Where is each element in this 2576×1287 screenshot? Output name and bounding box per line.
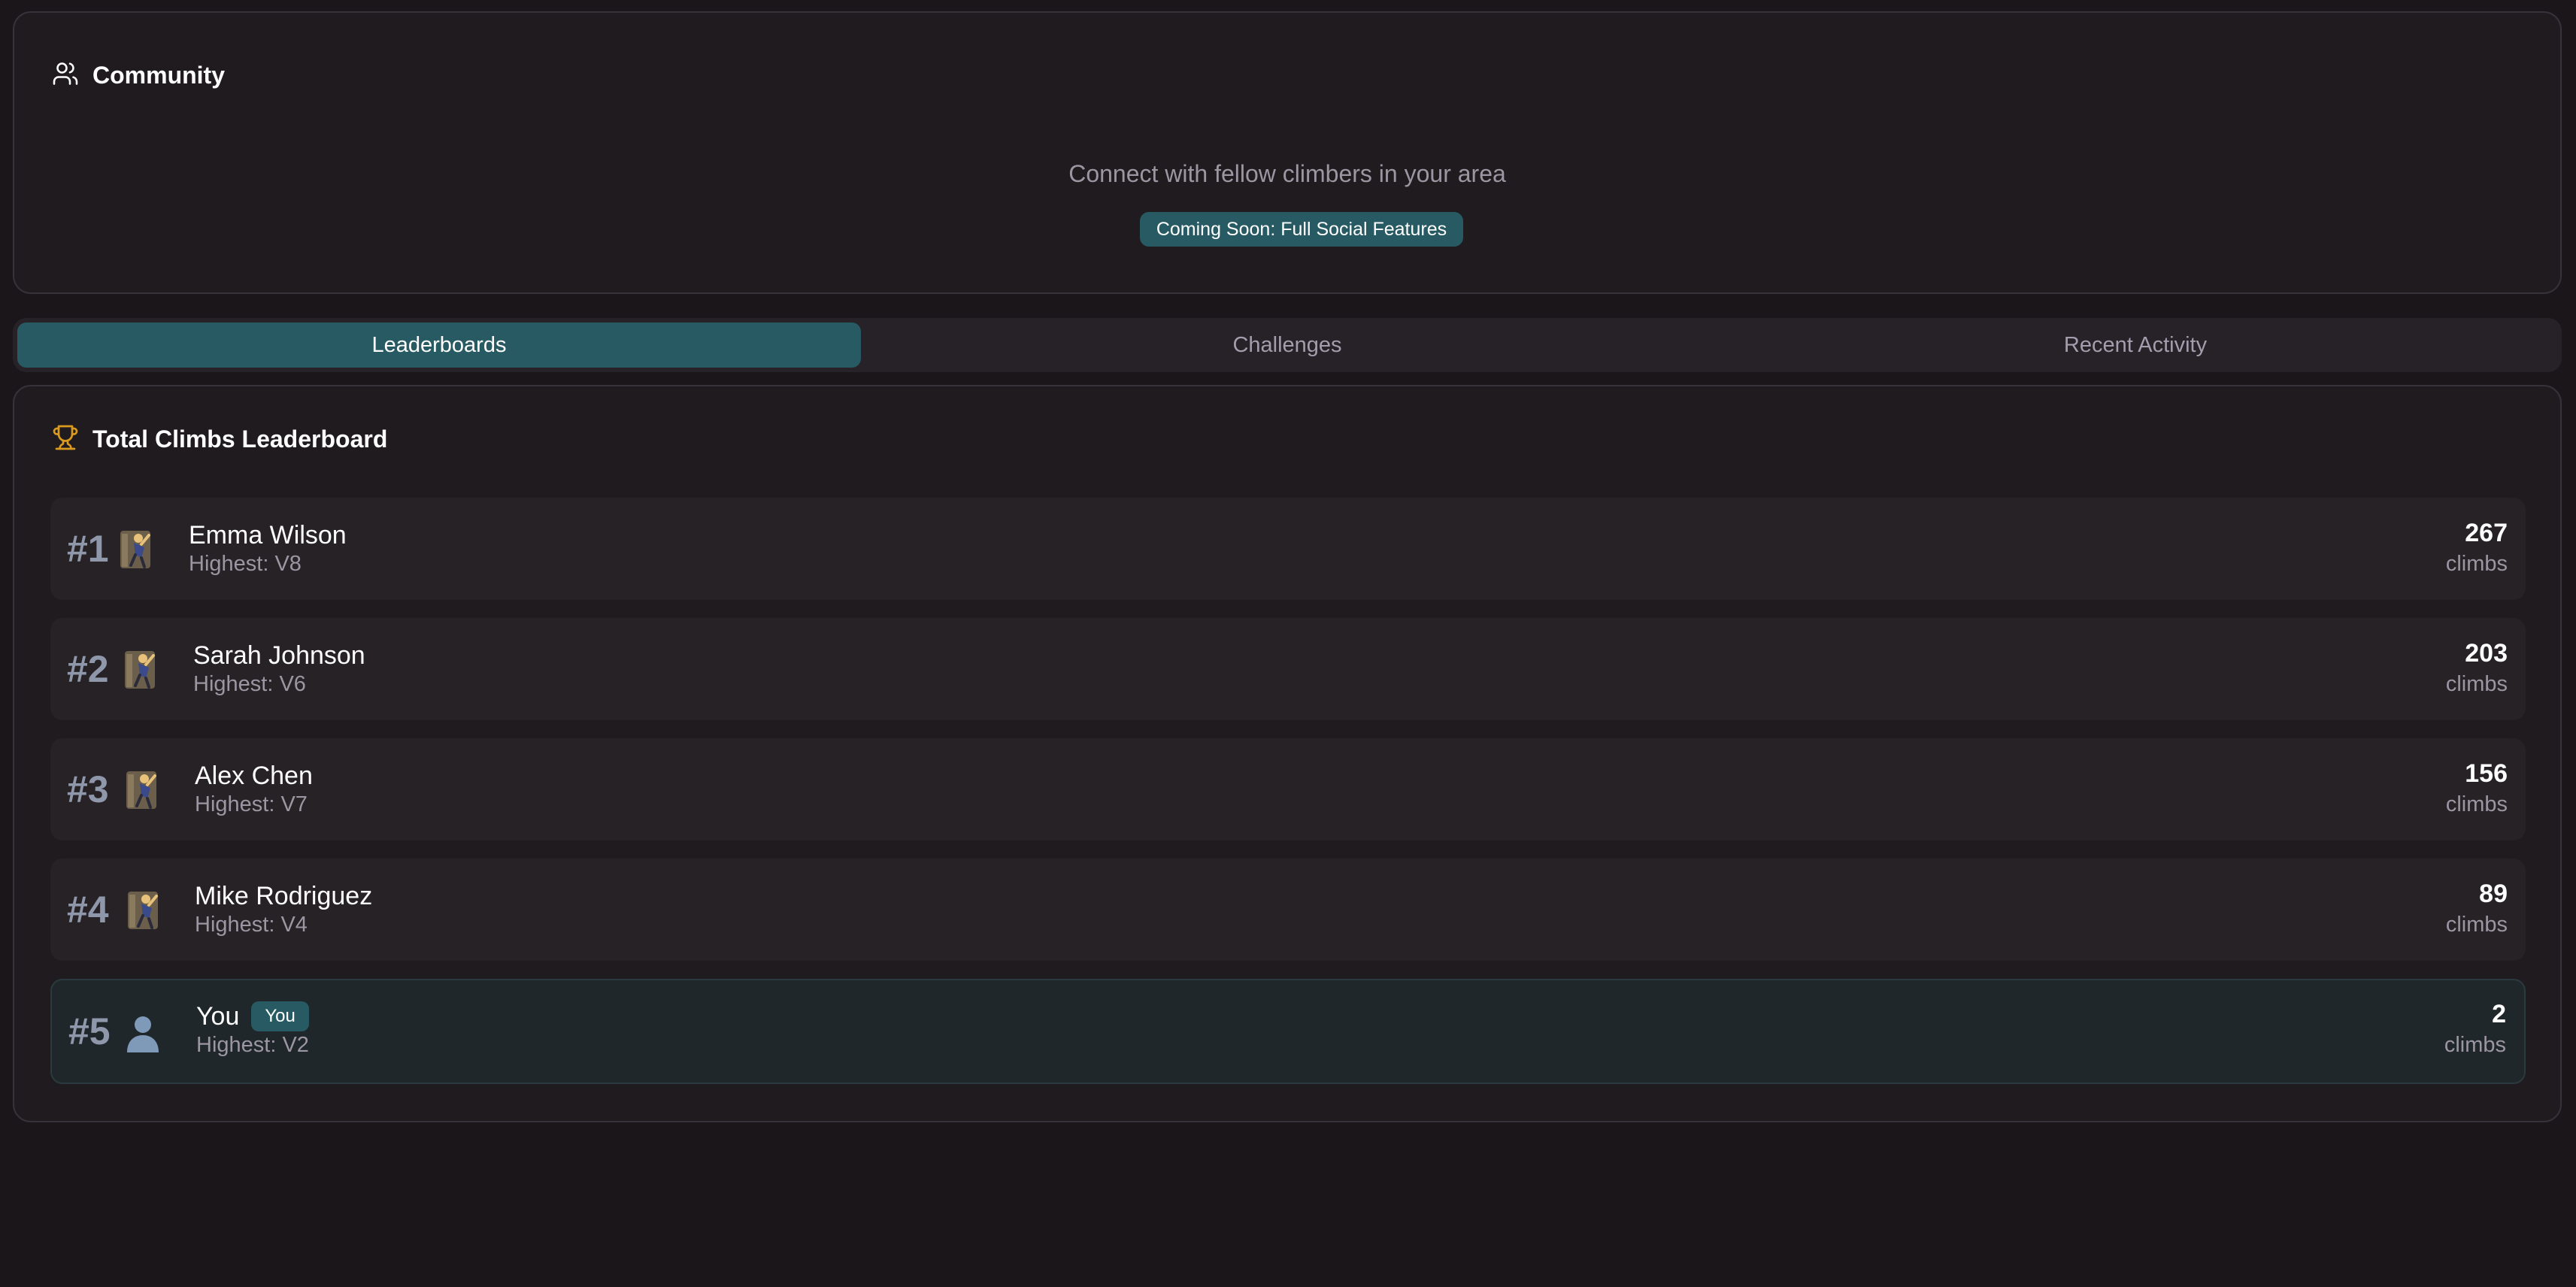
climb-count-value: 156	[2465, 759, 2508, 788]
climber-info: You You Highest: V2	[196, 1000, 309, 1058]
trophy-icon	[52, 424, 79, 455]
rank-label: #3	[67, 768, 109, 810]
leaderboard-row-current-user[interactable]: #5 You You Highest: V2 2 climbs	[50, 979, 2526, 1084]
climb-count-unit: climbs	[2445, 913, 2508, 937]
climber-name: Alex Chen	[195, 759, 313, 792]
tab-challenges[interactable]: Challenges	[865, 323, 1709, 368]
climber-icon	[124, 884, 162, 935]
climber-icon	[117, 523, 154, 574]
climber-info: Sarah Johnson Highest: V6	[193, 639, 365, 697]
user-silhouette-icon	[124, 1007, 162, 1058]
climb-count-unit: climbs	[2445, 792, 2508, 816]
climb-count-value: 203	[2465, 639, 2508, 668]
climber-name: Emma Wilson	[189, 519, 347, 552]
climber-info: Alex Chen Highest: V7	[195, 759, 313, 817]
rank-label: #5	[68, 1010, 111, 1052]
coming-soon-badge: Coming Soon: Full Social Features	[1140, 212, 1463, 247]
users-icon	[52, 60, 79, 91]
leaderboard-row[interactable]: #2 Sarah Johnson Highest: V6 203 climbs	[50, 618, 2526, 720]
rank-label: #2	[67, 648, 109, 690]
climber-icon	[123, 764, 160, 815]
community-subtitle: Connect with fellow climbers in your are…	[1068, 160, 1506, 187]
community-card: Community Connect with fellow climbers i…	[13, 11, 2562, 294]
community-header: Community	[52, 53, 225, 98]
you-badge: You	[251, 1001, 309, 1031]
climber-icon	[121, 644, 159, 695]
highest-grade: Highest: V4	[195, 913, 308, 937]
leaderboard-row[interactable]: #4 Mike Rodriguez Highest: V4 89 climbs	[50, 859, 2526, 961]
climber-name-text: Mike Rodriguez	[195, 881, 373, 910]
climber-info: Mike Rodriguez Highest: V4	[195, 880, 372, 937]
climber-name: Sarah Johnson	[193, 639, 365, 672]
climb-count: 89 climbs	[2446, 880, 2508, 937]
tab-leaderboards[interactable]: Leaderboards	[17, 323, 861, 368]
climb-count: 203 climbs	[2446, 639, 2508, 697]
tab-recent-activity[interactable]: Recent Activity	[1714, 323, 2557, 368]
climb-count: 156 climbs	[2446, 759, 2508, 817]
leaderboard-title: Total Climbs Leaderboard	[92, 425, 388, 453]
climber-name-text: Emma Wilson	[189, 520, 347, 550]
climb-count-unit: climbs	[2445, 672, 2508, 696]
leaderboard-row[interactable]: #1 Emma Wilson Highest: V8 267 climbs	[50, 498, 2526, 600]
climb-count-value: 2	[2492, 1000, 2506, 1028]
climb-count-value: 267	[2465, 519, 2508, 547]
community-title: Community	[92, 61, 225, 89]
leaderboard-header: Total Climbs Leaderboard	[52, 416, 387, 462]
climb-count: 267 climbs	[2446, 519, 2508, 577]
climber-name: You You	[196, 1000, 309, 1033]
climber-name-text: Alex Chen	[195, 761, 313, 790]
leaderboard-card: Total Climbs Leaderboard #1 Emma Wilson …	[13, 385, 2562, 1122]
climber-info: Emma Wilson Highest: V8	[189, 519, 347, 577]
rank-label: #4	[67, 889, 109, 931]
climb-count: 2 climbs	[2444, 1000, 2506, 1058]
highest-grade: Highest: V8	[189, 552, 302, 576]
climber-name-text: You	[196, 1001, 240, 1031]
highest-grade: Highest: V2	[196, 1033, 309, 1057]
highest-grade: Highest: V7	[195, 792, 308, 816]
climber-name-text: Sarah Johnson	[193, 640, 365, 670]
rank-label: #1	[67, 528, 109, 570]
climber-name: Mike Rodriguez	[195, 880, 372, 913]
climb-count-unit: climbs	[2445, 552, 2508, 576]
leaderboard-row[interactable]: #3 Alex Chen Highest: V7 156 climbs	[50, 738, 2526, 840]
tab-bar: Leaderboards Challenges Recent Activity	[13, 318, 2562, 372]
highest-grade: Highest: V6	[193, 672, 306, 696]
climb-count-value: 89	[2479, 880, 2508, 908]
climb-count-unit: climbs	[2444, 1033, 2506, 1057]
